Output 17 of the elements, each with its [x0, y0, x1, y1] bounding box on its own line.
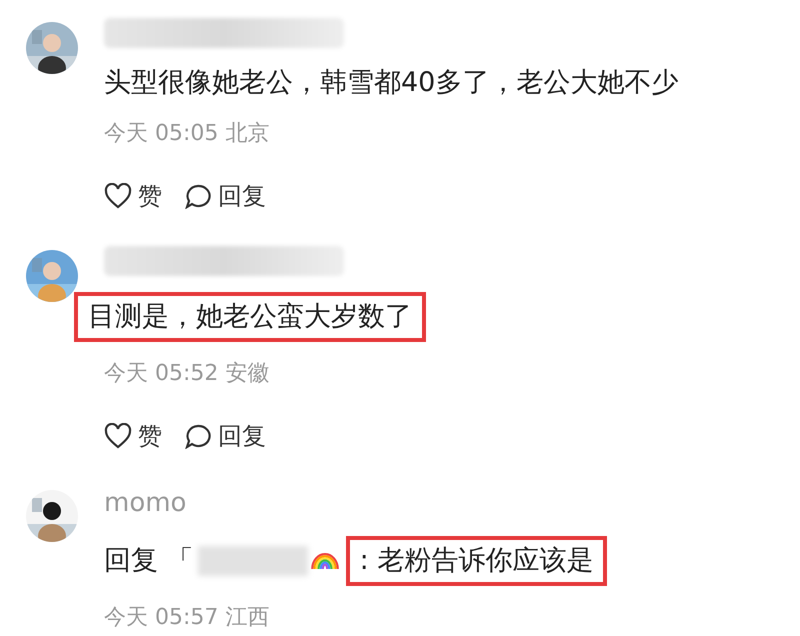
highlighted-comment-text: 目测是，她老公蛮大岁数了 [74, 292, 426, 342]
like-button[interactable]: 赞 [104, 420, 162, 452]
comment-meta: 今天 05:05 北京 [104, 120, 270, 148]
rainbow-icon [310, 553, 340, 569]
reply-button[interactable]: 回复 [184, 420, 266, 452]
reply-prefix: 回复 「 [104, 544, 194, 578]
comment-text: 头型很像她老公，韩雪都40多了，老公大她不少 [104, 66, 678, 100]
like-button[interactable]: 赞 [104, 180, 162, 212]
comment-icon [184, 183, 212, 209]
comment-icon [184, 423, 212, 449]
heart-icon [104, 183, 132, 209]
comment-meta: 今天 05:57 江西 [104, 604, 270, 632]
username: momo [104, 487, 188, 520]
highlighted-comment-text: : 老粉告诉你应该是 [346, 536, 608, 586]
reply-button[interactable]: 回复 [184, 180, 266, 212]
comment-meta: 今天 05:52 安徽 [104, 360, 270, 388]
heart-icon [104, 423, 132, 449]
